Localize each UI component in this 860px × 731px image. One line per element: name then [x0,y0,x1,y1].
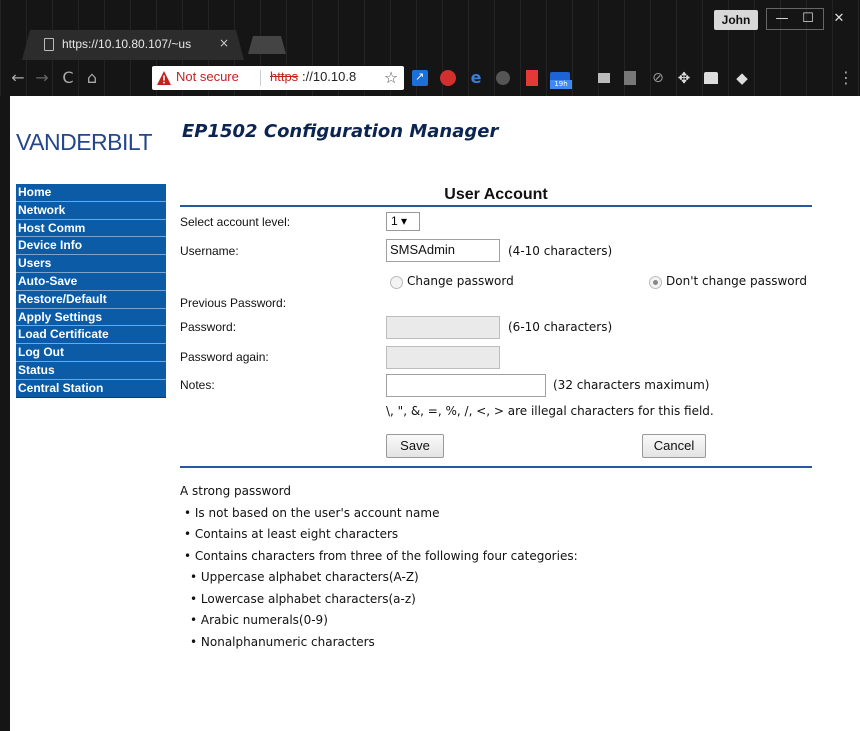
guidelines-intro: A strong password [180,484,291,498]
extension-bookmark-icon[interactable] [526,70,538,86]
new-tab-button[interactable] [248,36,286,54]
warning-icon [157,71,171,85]
page-icon [44,38,54,51]
notes-label: Notes: [180,378,215,392]
tab-title: https://10.10.80.107/~us [62,37,192,51]
sidebar-item-central-station[interactable]: Central Station [16,379,166,398]
extension-hide-icon[interactable]: ⊘ [650,70,666,86]
category-item: • Lowercase alphabet characters(a-z) [190,591,416,606]
browser-tab[interactable]: https://10.10.80.107/~us × [22,30,244,60]
browser-chrome: https://10.10.80.107/~us × John — ☐ ✕ ← … [0,0,860,96]
password-label: Password: [180,320,237,334]
reload-icon[interactable]: C [58,68,78,88]
divider [180,205,812,207]
extension-diamond-icon[interactable]: ◆ [734,70,750,86]
address-bar[interactable]: Not secure https ://10.10.8 ☆ [152,66,404,90]
close-window-button[interactable]: ✕ [824,8,854,30]
sidebar-item-status[interactable]: Status [16,361,166,380]
vanderbilt-logo: VANDERBILT [16,129,153,155]
back-arrow-icon[interactable]: ← [8,68,28,88]
category-item: • Arabic numerals(0-9) [190,613,328,627]
url-scheme: https [270,69,299,84]
sidebar-item-load-certificate[interactable]: Load Certificate [16,326,166,345]
username-field[interactable]: SMSAdmin [386,239,500,262]
sidebar-item-users[interactable]: Users [16,255,166,273]
guideline-item: • Contains characters from three of the … [184,548,578,563]
extension-share-icon[interactable] [412,70,428,86]
extension-mail-icon[interactable] [704,72,718,84]
account-level-label: Select account level: [180,215,291,229]
sidebar-item-network[interactable]: Network [16,201,166,220]
bookmark-star-icon[interactable]: ☆ [382,68,400,87]
divider [180,466,812,468]
profile-button[interactable]: John [714,10,758,30]
username-hint: (4-10 characters) [508,244,613,258]
illegal-characters-note: \, ", &, =, %, /, <, > are illegal chara… [386,404,714,418]
password-hint: (6-10 characters) [508,320,613,334]
extension-block-icon[interactable] [440,70,456,86]
maximize-button[interactable]: ☐ [795,8,821,30]
notes-field[interactable] [386,374,546,397]
browser-toolbar: ← → C ⌂ Not secure https ://10.10.8 ☆ e … [0,60,860,96]
extension-calendar-icon[interactable]: 19h [550,72,572,89]
dont-change-password-radio[interactable] [649,276,662,289]
notes-hint: (32 characters maximum) [553,378,710,392]
extension-card-icon[interactable] [598,73,610,83]
password-again-label: Password again: [180,350,269,364]
sidebar-item-device-info[interactable]: Device Info [16,237,166,256]
category-item: • Nonalphanumeric characters [190,634,375,649]
extension-pdf-icon[interactable] [624,71,636,85]
sidebar-item-host-comm[interactable]: Host Comm [16,219,166,238]
guideline-item: • Is not based on the user's account nam… [184,505,440,520]
extension-dropbox-icon[interactable]: ✥ [676,70,692,86]
password-guidelines: A strong password • Is not based on the … [180,484,820,656]
page-title: EP1502 Configuration Manager [182,121,499,142]
url-host: ://10.10.8 [302,69,357,84]
save-button[interactable]: Save [386,434,444,458]
home-icon[interactable]: ⌂ [82,68,102,88]
guideline-item: • Contains at least eight characters [184,527,399,541]
extension-badge: 19h [550,80,572,89]
password-again-field[interactable] [386,346,500,369]
address-separator [260,70,261,86]
username-label: Username: [180,244,239,258]
forward-arrow-icon[interactable]: → [32,68,52,88]
minimize-button[interactable]: — [769,8,795,30]
security-status[interactable]: Not secure [176,69,239,87]
window-border [0,96,10,731]
sidebar-item-auto-save[interactable]: Auto-Save [16,272,166,291]
sidebar-item-restore-default[interactable]: Restore/Default [16,290,166,309]
sidebar-nav: Home Network Host Comm Device Info Users… [16,184,166,398]
sidebar-item-apply-settings[interactable]: Apply Settings [16,308,166,327]
page-content: VANDERBILT EP1502 Configuration Manager … [10,96,860,731]
category-item: • Uppercase alphabet characters(A-Z) [190,570,419,584]
previous-password-label: Previous Password: [180,296,287,310]
browser-menu-icon[interactable]: ⋮ [838,68,854,88]
extension-e-icon[interactable]: e [468,70,484,86]
cancel-button[interactable]: Cancel [642,434,706,458]
tab-close-icon[interactable]: × [217,36,231,52]
extension-search-icon[interactable] [496,71,510,85]
password-field[interactable] [386,316,500,339]
section-title: User Account [444,186,548,203]
account-level-select[interactable]: 1 ▾ [386,212,420,231]
change-password-label[interactable]: Change password [407,274,514,288]
dont-change-password-label[interactable]: Don't change password [666,274,807,288]
change-password-radio[interactable] [390,276,403,289]
sidebar-item-log-out[interactable]: Log Out [16,344,166,362]
sidebar-item-home[interactable]: Home [16,184,166,202]
